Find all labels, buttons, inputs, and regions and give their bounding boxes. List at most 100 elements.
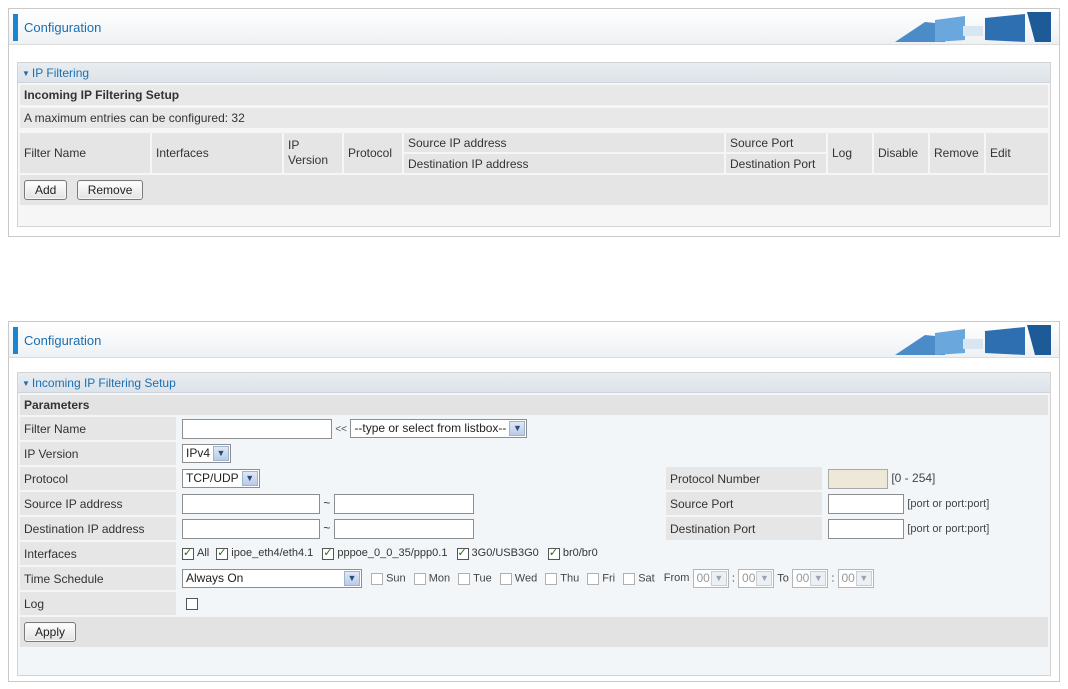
col-disable: Disable: [874, 133, 928, 173]
configuration-header: Configuration: [9, 322, 1059, 358]
interfaces-label: Interfaces: [20, 542, 176, 565]
section-title-text: Incoming IP Filtering Setup: [31, 376, 176, 390]
to-minute-value: 00: [841, 571, 855, 585]
to-hour-select[interactable]: 00 ▼: [791, 569, 829, 588]
collapse-triangle-icon[interactable]: ▼: [22, 69, 30, 78]
day-sun-checkbox[interactable]: [371, 572, 384, 585]
source-ip-start-input[interactable]: [182, 493, 320, 514]
incoming-setup-panel: Configuration ▼ Incoming IP Filtering Set…: [8, 321, 1060, 682]
source-ip-label: Source IP address: [20, 492, 176, 515]
header-title: Configuration: [24, 20, 102, 35]
col-ip-version: IP Version: [284, 133, 342, 173]
section-title: ▼ Incoming IP Filtering Setup: [18, 373, 1050, 393]
day-sat-checkbox[interactable]: [623, 572, 636, 585]
to-colon: :: [831, 572, 835, 585]
destination-ip-cell: ~: [178, 517, 664, 540]
protocol-value: TCP/UDP: [186, 471, 239, 485]
add-button[interactable]: Add: [24, 180, 68, 200]
interface-ipoe-label: ipoe_eth4/eth4.1: [231, 547, 314, 560]
filter-name-listbox-value: --type or select from listbox--: [354, 421, 507, 435]
interface-br0-checkbox[interactable]: [547, 546, 560, 560]
chevron-down-icon: ▼: [213, 446, 230, 461]
day-mon-checkbox[interactable]: [413, 572, 426, 585]
ip-filtering-panel: Configuration ▼ IP Filtering Incoming IP …: [8, 8, 1060, 237]
ip-version-select[interactable]: IPv4 ▼: [182, 444, 232, 463]
parameters-heading: Parameters: [20, 395, 1048, 415]
source-ip-separator: ~: [323, 495, 331, 510]
chevron-down-icon: ▼: [710, 571, 727, 586]
protocol-number-input[interactable]: [828, 468, 888, 489]
chevron-down-icon: ▼: [344, 571, 360, 586]
from-hour-value: 00: [696, 571, 710, 585]
source-ip-cell: ~: [178, 492, 664, 515]
destination-ip-start-input[interactable]: [182, 518, 320, 539]
col-protocol: Protocol: [344, 133, 402, 173]
filter-name-input[interactable]: [182, 418, 332, 439]
header-decoration-icon: [895, 12, 1051, 42]
setup-title: Incoming IP Filtering Setup: [20, 85, 1048, 105]
interface-ipoe-checkbox[interactable]: [216, 546, 229, 560]
col-interfaces: Interfaces: [152, 133, 282, 173]
filter-table: Filter Name Interfaces IP Version Protoc…: [18, 131, 1050, 207]
incoming-setup-section: ▼ Incoming IP Filtering Setup Parameters …: [17, 372, 1051, 676]
header-accent-bar: [13, 14, 18, 41]
source-ip-end-input[interactable]: [333, 493, 474, 514]
from-hour-select[interactable]: 00 ▼: [692, 569, 729, 588]
destination-ip-label: Destination IP address: [20, 517, 176, 540]
chevron-down-icon: ▼: [855, 571, 872, 586]
protocol-number-label: Protocol Number: [666, 467, 822, 490]
filter-name-listbox[interactable]: --type or select from listbox-- ▼: [350, 419, 528, 438]
chevron-down-icon: ▼: [509, 421, 526, 436]
ip-filtering-section: ▼ IP Filtering Incoming IP Filtering Setu…: [17, 62, 1051, 227]
to-minute-select[interactable]: 00 ▼: [837, 569, 874, 588]
configuration-header: Configuration: [9, 9, 1059, 45]
day-thu-label: Thu: [560, 572, 580, 585]
ip-version-value: IPv4: [186, 446, 211, 460]
chevron-down-icon: ▼: [241, 471, 258, 486]
time-schedule-select[interactable]: Always On ▼: [182, 569, 362, 588]
interface-pppoe-checkbox[interactable]: [322, 546, 335, 560]
to-label: To: [777, 572, 789, 585]
protocol-select[interactable]: TCP/UDP ▼: [182, 469, 260, 488]
button-row: Add Remove: [20, 175, 1048, 205]
interface-all-checkbox[interactable]: [182, 546, 194, 560]
source-port-label: Source Port: [666, 492, 822, 515]
filter-name-cell: << --type or select from listbox-- ▼: [178, 417, 1048, 440]
from-minute-select[interactable]: 00 ▼: [738, 569, 775, 588]
interface-3g-checkbox[interactable]: [456, 546, 469, 560]
interfaces-cell: All ipoe_eth4/eth4.1 pppoe_0_0_35/ppp0.1…: [178, 542, 1048, 565]
log-checkbox[interactable]: [186, 598, 198, 611]
day-wed-checkbox[interactable]: [499, 572, 512, 585]
interface-3g-label: 3G0/USB3G0: [471, 547, 539, 560]
collapse-triangle-icon[interactable]: ▼: [22, 379, 30, 388]
filter-form: Filter Name << --type or select from lis…: [18, 415, 1050, 649]
apply-row: Apply: [20, 617, 1048, 647]
col-destination-ip: Destination IP address: [404, 154, 724, 173]
section-title: ▼ IP Filtering: [18, 63, 1050, 83]
col-source-port: Source Port: [726, 133, 826, 152]
ip-version-label: IP Version: [20, 442, 176, 465]
protocol-number-cell: [0 - 254]: [824, 467, 1048, 490]
section-title-text: IP Filtering: [31, 66, 90, 80]
col-edit: Edit: [986, 133, 1048, 173]
protocol-label: Protocol: [20, 467, 176, 490]
filter-name-arrow: <<: [335, 423, 348, 435]
from-minute-value: 00: [742, 571, 756, 585]
apply-button[interactable]: Apply: [24, 622, 77, 642]
day-tue-checkbox[interactable]: [458, 572, 471, 585]
day-fri-label: Fri: [602, 572, 616, 585]
interface-pppoe-label: pppoe_0_0_35/ppp0.1: [337, 547, 448, 560]
from-label: From: [663, 572, 690, 585]
destination-ip-end-input[interactable]: [333, 518, 474, 539]
remove-button[interactable]: Remove: [76, 180, 144, 200]
destination-port-input[interactable]: [828, 518, 904, 539]
day-sat-label: Sat: [638, 572, 655, 585]
log-label: Log: [20, 592, 176, 615]
day-fri-checkbox[interactable]: [587, 572, 600, 585]
day-thu-checkbox[interactable]: [545, 572, 558, 585]
from-colon: :: [731, 572, 735, 585]
header-title: Configuration: [24, 333, 102, 348]
source-port-input[interactable]: [828, 493, 904, 514]
destination-port-label: Destination Port: [666, 517, 822, 540]
chevron-down-icon: ▼: [756, 571, 773, 586]
